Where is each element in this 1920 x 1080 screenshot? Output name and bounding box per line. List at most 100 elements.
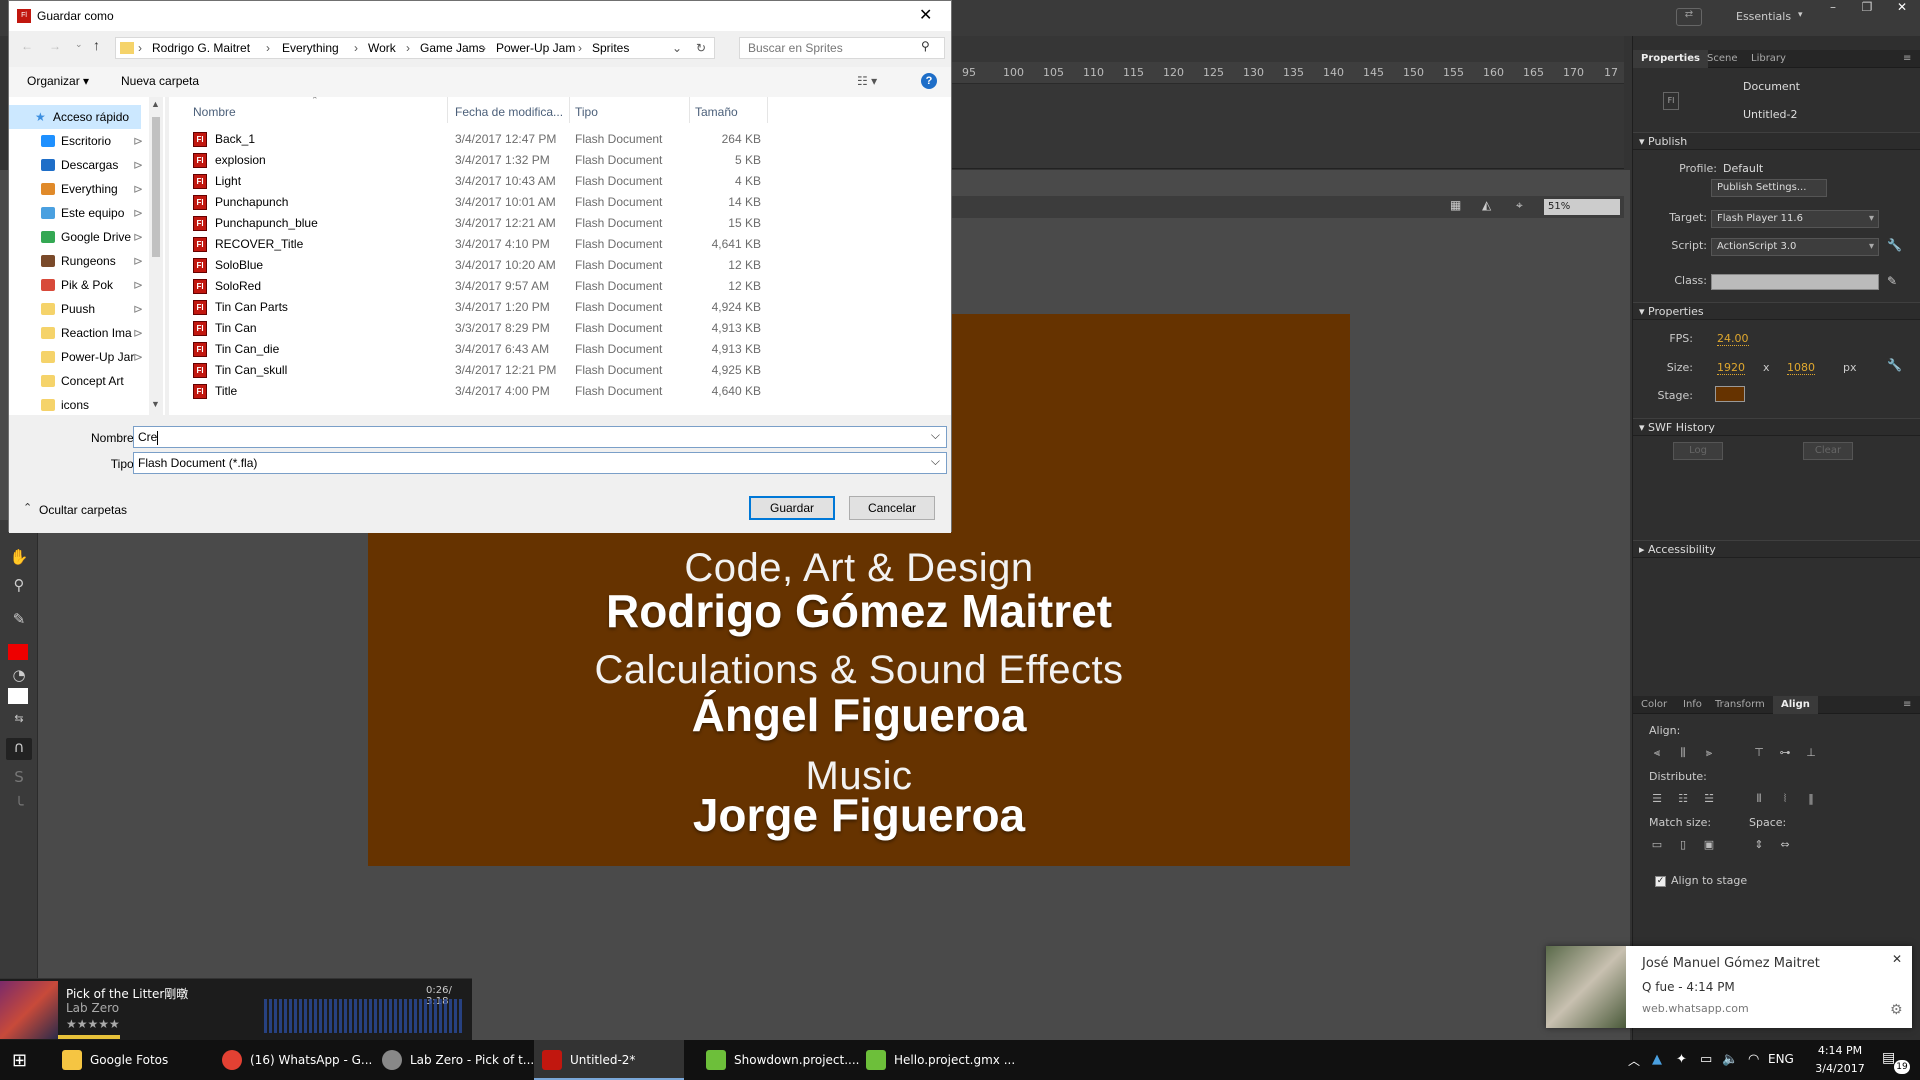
tab-align[interactable]: Align — [1773, 696, 1818, 714]
toast-notification[interactable]: José Manuel Gómez Maitret Q fue - 4:14 P… — [1546, 946, 1912, 1028]
match-height-icon[interactable]: ▯ — [1675, 838, 1691, 852]
file-row[interactable]: Fl Title 3/4/2017 4:00 PM Flash Document 4,6… — [169, 381, 769, 402]
credit-person[interactable]: Rodrigo Gómez Maitret — [368, 584, 1350, 638]
filetype-select[interactable]: Flash Document (*.fla) — [133, 451, 947, 474]
nav-item-reaction-images[interactable]: Reaction Ima ⊳ — [9, 321, 149, 345]
file-row[interactable]: Fl Tin Can Parts 3/4/2017 1:20 PM Flash Doc… — [169, 297, 769, 318]
network-icon[interactable]: ▭ — [1700, 1052, 1712, 1067]
tab-color[interactable]: Color — [1633, 696, 1675, 714]
pencil-icon[interactable]: ✎ — [1887, 274, 1897, 288]
forward-arrow-icon[interactable]: → — [49, 39, 61, 53]
clip-icon[interactable]: ▦ — [1450, 198, 1461, 212]
save-button[interactable]: Guardar — [749, 496, 835, 520]
nav-item-power-up-jam[interactable]: Power-Up Jar ⊳ — [9, 345, 149, 369]
file-row[interactable]: Fl RECOVER_Title 3/4/2017 4:10 PM Flash Doc… — [169, 234, 769, 255]
taskbar-item-lab-zero[interactable]: Lab Zero - Pick of t... — [374, 1040, 534, 1080]
close-app-button[interactable]: ✕ — [1886, 0, 1918, 22]
credit-person[interactable]: Jorge Figueroa — [368, 788, 1350, 842]
align-bottom-icon[interactable]: ⊥ — [1803, 746, 1819, 760]
column-divider[interactable] — [569, 97, 570, 123]
align-left-icon[interactable]: ⫷ — [1649, 746, 1665, 760]
restore-button[interactable]: ❐ — [1852, 0, 1882, 22]
file-row[interactable]: Fl Light 3/4/2017 10:43 AM Flash Document 4 … — [169, 171, 769, 192]
snap-magnet-icon[interactable]: ∩ — [6, 738, 32, 760]
nav-item-quick-access[interactable]: ★ Acceso rápido — [9, 105, 141, 129]
workspace-switcher[interactable]: Essentials — [1736, 10, 1791, 23]
timeline-panel[interactable]: 95 100 105 110 115 120 125 130 135 140 1… — [952, 36, 1624, 169]
column-divider[interactable] — [767, 97, 768, 123]
nav-item-puush[interactable]: Puush ⊳ — [9, 297, 149, 321]
align-hcenter-icon[interactable]: ⫼ — [1675, 746, 1691, 760]
distribute-bottom-icon[interactable]: ☱ — [1701, 792, 1717, 806]
recent-chevron-icon[interactable]: ⌄ — [75, 39, 83, 50]
align-to-stage-checkbox[interactable]: ✓ — [1655, 876, 1666, 887]
column-header-type[interactable]: Tipo — [575, 105, 598, 119]
distribute-hcenter-icon[interactable]: ⦚ — [1777, 792, 1793, 806]
space-vertical-icon[interactable]: ⇕ — [1751, 838, 1767, 852]
windows-start-icon[interactable]: ⊞ — [12, 1050, 27, 1071]
refresh-icon[interactable]: ↻ — [696, 38, 706, 58]
paint-bucket-icon[interactable]: ◔ — [6, 666, 32, 688]
file-row[interactable]: Fl explosion 3/4/2017 1:32 PM Flash Documen… — [169, 150, 769, 171]
file-row[interactable]: Fl Tin Can 3/3/2017 8:29 PM Flash Document 4… — [169, 318, 769, 339]
straighten-icon[interactable]: ╰ — [6, 796, 32, 818]
taskbar-item-whatsapp[interactable]: (16) WhatsApp - G... — [214, 1040, 372, 1080]
tab-info[interactable]: Info — [1675, 696, 1710, 714]
taskbar-item-google-fotos[interactable]: Google Fotos — [54, 1040, 194, 1080]
publish-settings-button[interactable]: Publish Settings... — [1711, 179, 1827, 197]
taskbar-item-animate[interactable]: Untitled-2* — [534, 1040, 684, 1080]
zoom-icon[interactable]: ⚲ — [6, 576, 32, 598]
clock-date[interactable]: 3/4/2017 — [1810, 1062, 1870, 1075]
distribute-right-icon[interactable]: ‖ — [1803, 792, 1819, 806]
address-bar[interactable]: › Rodrigo G. Maitret › Everything › Work… — [115, 37, 715, 59]
zoom-select[interactable]: 51% — [1544, 199, 1620, 215]
swf-history-section-header[interactable]: ▾ SWF History — [1633, 418, 1920, 436]
breadcrumb-item[interactable]: Everything — [282, 38, 339, 58]
file-row[interactable]: Fl Back_1 3/4/2017 12:47 PM Flash Document 2… — [169, 129, 769, 150]
stroke-color-swatch[interactable] — [8, 644, 28, 660]
swap-colors-icon[interactable]: ⇆ — [6, 712, 32, 734]
tab-library[interactable]: Library — [1743, 50, 1794, 68]
file-row[interactable]: Fl SoloRed 3/4/2017 9:57 AM Flash Document 1… — [169, 276, 769, 297]
width-value[interactable]: 1920 — [1717, 361, 1745, 375]
progress-bar[interactable] — [58, 1035, 120, 1039]
credit-person[interactable]: Ángel Figueroa — [368, 688, 1350, 742]
breadcrumb-item[interactable]: Work — [368, 38, 396, 58]
nav-item-icons[interactable]: icons — [9, 393, 149, 415]
document-name[interactable]: Untitled-2 — [1743, 108, 1797, 121]
target-select[interactable]: Flash Player 11.6 — [1711, 210, 1879, 228]
nav-item-everything[interactable]: Everything ⊳ — [9, 177, 149, 201]
breadcrumb-item[interactable]: Game Jams — [420, 38, 485, 58]
scroll-up-icon[interactable]: ▲ — [151, 99, 160, 109]
tab-scene[interactable]: Scene — [1699, 50, 1746, 68]
properties-section-header[interactable]: ▾ Properties — [1633, 302, 1920, 320]
align-right-icon[interactable]: ⫸ — [1701, 746, 1717, 760]
view-options-icon[interactable]: ☷ ▾ — [857, 67, 877, 95]
organize-button[interactable]: Organizar ▾ — [27, 67, 89, 95]
wifi-icon[interactable]: ◠ — [1748, 1052, 1759, 1067]
file-row[interactable]: Fl Tin Can_skull 3/4/2017 12:21 PM Flash Do… — [169, 360, 769, 381]
search-input[interactable]: Buscar en Sprites — [739, 37, 945, 59]
column-divider[interactable] — [689, 97, 690, 123]
file-row[interactable]: Fl Punchapunch 3/4/2017 10:01 AM Flash Docu… — [169, 192, 769, 213]
nav-item-this-pc[interactable]: Este equipo ⊳ — [9, 201, 149, 225]
column-header-size[interactable]: Tamaño — [695, 105, 738, 119]
match-width-icon[interactable]: ▭ — [1649, 838, 1665, 852]
cancel-button[interactable]: Cancelar — [849, 496, 935, 520]
log-button[interactable]: Log — [1673, 442, 1723, 460]
breadcrumb-item[interactable]: Power-Up Jam — [496, 38, 575, 58]
eyedropper-icon[interactable]: ✎ — [6, 610, 32, 632]
column-header-name[interactable]: Nombre — [193, 105, 236, 119]
chevron-up-icon[interactable]: ︿ — [1628, 1052, 1640, 1069]
scroll-down-icon[interactable]: ▼ — [151, 399, 160, 409]
new-folder-button[interactable]: Nueva carpeta — [121, 67, 199, 95]
keyboard-language[interactable]: ENG — [1768, 1052, 1794, 1066]
nav-item-pik-pok[interactable]: Pik & Pok ⊳ — [9, 273, 149, 297]
camera-icon[interactable]: ◭ — [1482, 198, 1491, 212]
space-horizontal-icon[interactable]: ⇔ — [1777, 838, 1793, 852]
help-icon[interactable]: ? — [921, 73, 937, 89]
panel-menu-icon[interactable]: ≡ — [1895, 50, 1919, 68]
distribute-left-icon[interactable]: ⦀ — [1751, 792, 1767, 806]
scrollbar-thumb[interactable] — [152, 117, 160, 257]
gear-icon[interactable]: ⚙ — [1890, 1002, 1903, 1018]
